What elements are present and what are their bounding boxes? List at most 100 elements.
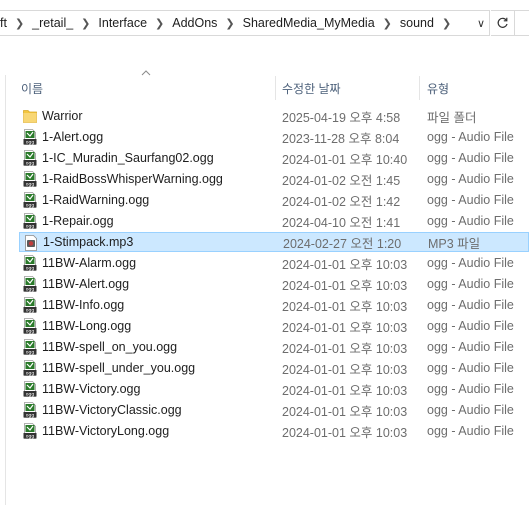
file-row[interactable]: ogg 11BW-Alert.ogg 2024-01-01 오후 10:03 ogg …	[19, 274, 529, 294]
file-name: 11BW-spell_under_you.ogg	[42, 361, 196, 375]
refresh-button[interactable]	[491, 10, 515, 36]
column-divider[interactable]	[419, 76, 420, 100]
file-name: 11BW-VictoryClassic.ogg	[42, 403, 182, 417]
file-row[interactable]: 1-Stimpack.mp3 2024-02-27 오전 1:20 MP3 파일	[19, 232, 529, 252]
file-name: 11BW-Victory.ogg	[42, 382, 141, 396]
ogg-file-icon: ogg	[23, 192, 37, 209]
column-header-type[interactable]: 유형	[427, 76, 527, 100]
file-type: ogg - Audio File	[427, 172, 514, 186]
file-row[interactable]: ogg 11BW-spell_on_you.ogg 2024-01-01 오후 10…	[19, 337, 529, 357]
column-header-type-label: 유형	[427, 81, 450, 96]
file-type: ogg - Audio File	[427, 256, 514, 270]
file-name: 1-Repair.ogg	[42, 214, 114, 228]
refresh-icon	[497, 17, 508, 28]
file-row[interactable]: ogg 1-Repair.ogg 2024-04-10 오전 1:41 ogg - A…	[19, 211, 529, 231]
file-date: 2024-01-01 오후 10:03	[282, 320, 408, 335]
file-date: 2025-04-19 오후 4:58	[282, 110, 401, 125]
svg-text:ogg: ogg	[26, 393, 35, 397]
file-type: ogg - Audio File	[427, 319, 514, 333]
file-row[interactable]: ogg 11BW-spell_under_you.ogg 2024-01-01 오후…	[19, 358, 529, 378]
file-row[interactable]: ogg 11BW-Long.ogg 2024-01-01 오후 10:03 ogg -…	[19, 316, 529, 336]
file-type: ogg - Audio File	[427, 151, 514, 165]
svg-text:ogg: ogg	[26, 372, 35, 376]
column-header-name-label: 이름	[21, 81, 44, 96]
ogg-file-icon: ogg	[23, 150, 37, 167]
file-type: ogg - Audio File	[427, 193, 514, 207]
file-name: 1-Alert.ogg	[42, 130, 104, 144]
file-name: 11BW-Alarm.ogg	[42, 256, 137, 270]
ogg-file-icon: ogg	[23, 339, 37, 356]
breadcrumb-interface[interactable]: Interface	[98, 16, 147, 30]
column-header-date[interactable]: 수정한 날짜	[282, 76, 412, 100]
breadcrumb-retail[interactable]: _retail_	[32, 16, 73, 30]
address-dropdown-icon[interactable]: ∨	[472, 11, 489, 35]
ogg-file-icon: ogg	[23, 171, 37, 188]
file-date: 2024-01-02 오전 1:42	[282, 194, 401, 209]
file-row[interactable]: ogg 11BW-VictoryLong.ogg 2024-01-01 오후 10:…	[19, 421, 529, 441]
file-type: ogg - Audio File	[427, 340, 514, 354]
file-date: 2024-01-01 오후 10:03	[282, 404, 408, 419]
file-row[interactable]: Warrior 2025-04-19 오후 4:58 파일 폴더	[19, 106, 529, 126]
file-type: ogg - Audio File	[427, 403, 514, 417]
chevron-right-icon[interactable]: ❯	[383, 17, 392, 30]
file-type: ogg - Audio File	[427, 277, 514, 291]
ogg-file-icon: ogg	[23, 360, 37, 377]
file-type: MP3 파일	[428, 236, 481, 251]
file-name: 1-RaidWarning.ogg	[42, 193, 150, 207]
svg-text:ogg: ogg	[26, 351, 35, 355]
ogg-file-icon: ogg	[23, 129, 37, 146]
column-header-date-label: 수정한 날짜	[282, 81, 341, 96]
svg-text:ogg: ogg	[26, 183, 35, 187]
ogg-file-icon: ogg	[23, 402, 37, 419]
file-name: 11BW-spell_on_you.ogg	[42, 340, 178, 354]
svg-text:ogg: ogg	[26, 204, 35, 208]
file-name: 11BW-Long.ogg	[42, 319, 132, 333]
ogg-file-icon: ogg	[23, 318, 37, 335]
svg-text:ogg: ogg	[26, 435, 35, 439]
file-date: 2024-01-01 오후 10:40	[282, 152, 408, 167]
file-row[interactable]: ogg 11BW-Alarm.ogg 2024-01-01 오후 10:03 ogg …	[19, 253, 529, 273]
svg-text:ogg: ogg	[26, 162, 35, 166]
chevron-right-icon[interactable]: ❯	[81, 17, 90, 30]
ogg-file-icon: ogg	[23, 423, 37, 440]
column-header-name[interactable]: 이름	[21, 76, 271, 100]
file-row[interactable]: ogg 1-RaidWarning.ogg 2024-01-02 오전 1:42 og…	[19, 190, 529, 210]
column-divider[interactable]	[275, 76, 276, 100]
file-row[interactable]: ogg 11BW-Victory.ogg 2024-01-01 오후 10:03 og…	[19, 379, 529, 399]
file-date: 2024-01-01 오후 10:03	[282, 425, 408, 440]
chevron-right-icon[interactable]: ❯	[155, 17, 164, 30]
file-name: 11BW-VictoryLong.ogg	[42, 424, 170, 438]
file-name: 11BW-Info.ogg	[42, 298, 125, 312]
breadcrumb-ft[interactable]: ft	[0, 16, 7, 30]
file-name: 1-RaidBossWhisperWarning.ogg	[42, 172, 223, 186]
navigation-pane-divider	[5, 75, 6, 505]
ogg-file-icon: ogg	[23, 213, 37, 230]
file-row[interactable]: ogg 1-RaidBossWhisperWarning.ogg 2024-01-0…	[19, 169, 529, 189]
svg-text:ogg: ogg	[26, 330, 35, 334]
svg-text:ogg: ogg	[26, 141, 35, 145]
file-row[interactable]: ogg 11BW-Info.ogg 2024-01-01 오후 10:03 ogg -…	[19, 295, 529, 315]
file-date: 2024-01-02 오전 1:45	[282, 173, 401, 188]
file-name: 1-IC_Muradin_Saurfang02.ogg	[42, 151, 214, 165]
file-date: 2024-02-27 오전 1:20	[283, 236, 402, 251]
breadcrumb-sharedmedia[interactable]: SharedMedia_MyMedia	[243, 16, 375, 30]
file-date: 2024-04-10 오전 1:41	[282, 215, 401, 230]
mp3-file-icon	[24, 235, 38, 251]
breadcrumb-sound[interactable]: sound	[400, 16, 434, 30]
file-date: 2024-01-01 오후 10:03	[282, 299, 408, 314]
file-row[interactable]: ogg 1-IC_Muradin_Saurfang02.ogg 2024-01-01…	[19, 148, 529, 168]
ogg-file-icon: ogg	[23, 297, 37, 314]
address-bar[interactable]: ft ❯ _retail_ ❯ Interface ❯ AddOns ❯ Sha…	[0, 10, 490, 36]
file-date: 2024-01-01 오후 10:03	[282, 278, 408, 293]
svg-text:ogg: ogg	[26, 267, 35, 271]
file-type: ogg - Audio File	[427, 424, 514, 438]
search-box-edge[interactable]	[515, 10, 529, 36]
chevron-right-icon[interactable]: ❯	[15, 17, 24, 30]
file-type: ogg - Audio File	[427, 214, 514, 228]
file-row[interactable]: ogg 1-Alert.ogg 2023-11-28 오후 8:04 ogg - Au…	[19, 127, 529, 147]
chevron-right-icon[interactable]: ❯	[225, 17, 234, 30]
ogg-file-icon: ogg	[23, 381, 37, 398]
file-row[interactable]: ogg 11BW-VictoryClassic.ogg 2024-01-01 오후 …	[19, 400, 529, 420]
breadcrumb-addons[interactable]: AddOns	[172, 16, 217, 30]
chevron-right-icon[interactable]: ❯	[442, 17, 451, 30]
